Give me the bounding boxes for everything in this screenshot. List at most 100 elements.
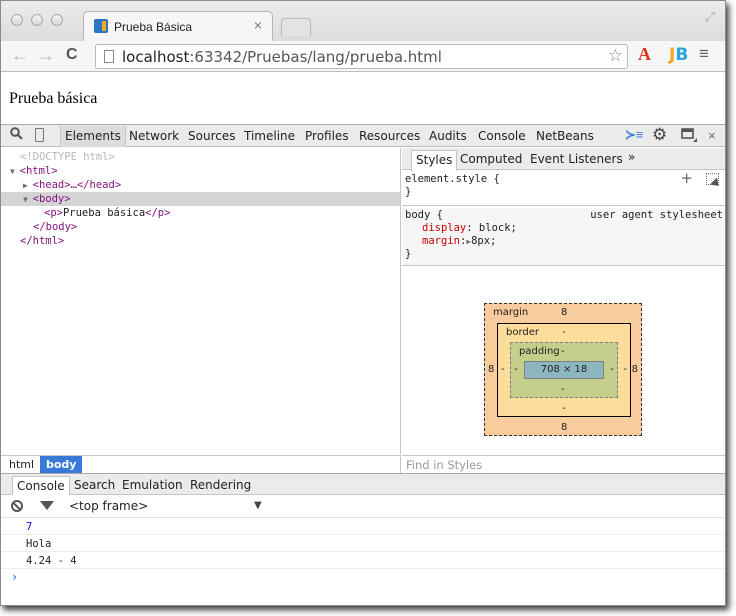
chrome-menu-icon[interactable]: ≡	[699, 44, 709, 64]
more-tabs-chevron-icon[interactable]: »	[628, 150, 635, 164]
padding-right[interactable]: -	[610, 364, 614, 375]
styles-tabs: Styles Computed Event Listeners »	[402, 148, 725, 171]
fullscreen-icon[interactable]: ⤢	[705, 9, 715, 25]
padding-bottom[interactable]: -	[561, 384, 565, 395]
filter-icon[interactable]	[40, 501, 54, 510]
frame-dropdown-arrow-icon[interactable]: ▼	[254, 500, 262, 511]
minimize-window-button[interactable]	[31, 14, 43, 26]
box-model-content[interactable]: 708 × 18	[524, 361, 604, 379]
reload-button[interactable]: C	[66, 46, 78, 64]
element-style-selector[interactable]: element.style {	[405, 173, 725, 186]
devtools-tab-network[interactable]: Network	[129, 129, 179, 143]
dom-html-node[interactable]: ▼ <html>	[10, 164, 58, 178]
style-property-display[interactable]: display: block;	[405, 222, 725, 235]
border-top[interactable]: -	[562, 327, 566, 338]
breadcrumb-body[interactable]: body	[40, 456, 83, 474]
devtools-tab-netbeans[interactable]: NetBeans	[536, 129, 594, 143]
browser-tab[interactable]: Prueba Básica ×	[83, 11, 273, 41]
style-property-margin[interactable]: margin:▶8px;	[405, 235, 725, 248]
search-icon[interactable]	[10, 127, 23, 143]
dom-head-node[interactable]: ▶ <head>…</head>	[23, 178, 121, 192]
frame-selector[interactable]: <top frame>	[69, 499, 148, 513]
margin-right[interactable]: 8	[632, 364, 638, 375]
clear-console-icon[interactable]	[11, 500, 23, 512]
bookmark-star-icon[interactable]: ☆	[608, 46, 623, 66]
devtools-close-icon[interactable]: ×	[708, 128, 716, 143]
browser-window: Prueba Básica × ⤢ ← → C localhost:63342/…	[0, 0, 726, 606]
body-selector-row: body { user agent stylesheet	[405, 209, 725, 222]
box-model-border[interactable]: border - - - - padding - - - - 708 × 18	[497, 323, 631, 417]
tab-styles[interactable]: Styles	[411, 150, 458, 171]
back-button[interactable]: ←	[11, 45, 29, 66]
collapsed-triangle-icon[interactable]: ▶	[23, 181, 33, 190]
p-close-tag: </p>	[145, 207, 171, 219]
devtools-tab-timeline[interactable]: Timeline	[244, 129, 295, 143]
p-open-tag: <p>	[44, 207, 63, 219]
doctype-text: <!DOCTYPE html>	[20, 151, 115, 163]
dom-body-close[interactable]: </body>	[33, 220, 77, 234]
dock-side-icon[interactable]	[681, 128, 697, 145]
maximize-window-button[interactable]	[51, 14, 63, 26]
body-selector[interactable]: body {	[405, 209, 443, 221]
show-drawer-icon[interactable]: ≻≡	[625, 127, 643, 143]
box-model-margin[interactable]: margin 8 8 8 8 border - - - - padding - …	[484, 303, 642, 436]
box-model-padding[interactable]: padding - - - - 708 × 18	[510, 342, 618, 398]
page-viewport: Prueba básica	[1, 73, 725, 123]
expanded-triangle-icon[interactable]: ▼	[23, 195, 33, 204]
settings-gear-icon[interactable]: ⚙	[652, 125, 667, 145]
border-right[interactable]: -	[623, 364, 627, 375]
margin-top[interactable]: 8	[561, 307, 567, 318]
element-style-close: }	[405, 186, 412, 198]
page-icon	[104, 50, 114, 63]
devtools-tab-profiles[interactable]: Profiles	[305, 129, 349, 143]
url-text: localhost:63342/Pruebas/lang/prueba.html	[122, 48, 442, 66]
dom-doctype[interactable]: <!DOCTYPE html>	[20, 150, 115, 164]
devtools-tab-elements[interactable]: Elements	[60, 126, 126, 147]
jetbrains-extension-icon[interactable]: JB	[669, 45, 688, 65]
dom-body-node[interactable]: ▼ <body>	[23, 192, 71, 206]
html-open-tag: <html>	[19, 165, 58, 177]
breadcrumb-html[interactable]: html	[3, 456, 40, 474]
devtools-tab-console[interactable]: Console	[478, 129, 526, 143]
device-mode-icon[interactable]	[35, 128, 44, 145]
padding-left[interactable]: -	[514, 364, 518, 375]
drawer-tab-rendering[interactable]: Rendering	[190, 478, 251, 492]
margin-left[interactable]: 8	[488, 364, 494, 375]
close-window-button[interactable]	[11, 14, 23, 26]
drawer-tab-console[interactable]: Console	[12, 476, 70, 496]
margin-bottom[interactable]: 8	[561, 422, 567, 433]
new-style-rule-icon[interactable]: +	[680, 171, 693, 186]
body-rule-close: }	[405, 248, 412, 260]
new-tab-button[interactable]	[281, 18, 311, 36]
forward-button[interactable]: →	[37, 45, 55, 66]
border-left[interactable]: -	[501, 364, 505, 375]
drawer-tab-search[interactable]: Search	[74, 478, 115, 492]
page-paragraph: Prueba básica	[9, 90, 98, 107]
dom-html-close[interactable]: </html>	[20, 234, 64, 248]
extension-a-icon[interactable]: A	[638, 44, 651, 65]
devtools-tab-audits[interactable]: Audits	[429, 129, 467, 143]
drawer-tab-emulation[interactable]: Emulation	[122, 478, 183, 492]
console-message: 7	[1, 519, 725, 535]
console-prompt-icon[interactable]: ›	[11, 570, 18, 584]
padding-top[interactable]: -	[561, 346, 565, 357]
address-bar[interactable]: localhost:63342/Pruebas/lang/prueba.html…	[95, 44, 628, 69]
devtools-tab-sources[interactable]: Sources	[188, 129, 235, 143]
drawer-tabs: Console Search Emulation Rendering	[1, 473, 725, 496]
devtools-toolbar: Elements Network Sources Timeline Profil…	[1, 124, 725, 147]
tab-close-icon[interactable]: ×	[254, 17, 262, 33]
tab-computed[interactable]: Computed	[460, 152, 522, 166]
dom-p-node[interactable]: <p>Prueba básica</p>	[44, 206, 170, 220]
border-label: border	[506, 327, 540, 338]
padding-label: padding	[519, 346, 560, 357]
favicon-icon	[94, 19, 108, 33]
p-text-node: Prueba básica	[62, 207, 146, 219]
dom-breadcrumb: html body	[1, 455, 401, 474]
head-tag: <head>…</head>	[32, 179, 122, 191]
border-bottom[interactable]: -	[562, 403, 566, 414]
devtools-tab-resources[interactable]: Resources	[359, 129, 420, 143]
element-state-icon[interactable]	[706, 173, 719, 185]
find-in-styles-input[interactable]: Find in Styles	[402, 455, 725, 473]
tab-event-listeners[interactable]: Event Listeners	[530, 152, 623, 166]
expanded-triangle-icon[interactable]: ▼	[10, 167, 20, 176]
